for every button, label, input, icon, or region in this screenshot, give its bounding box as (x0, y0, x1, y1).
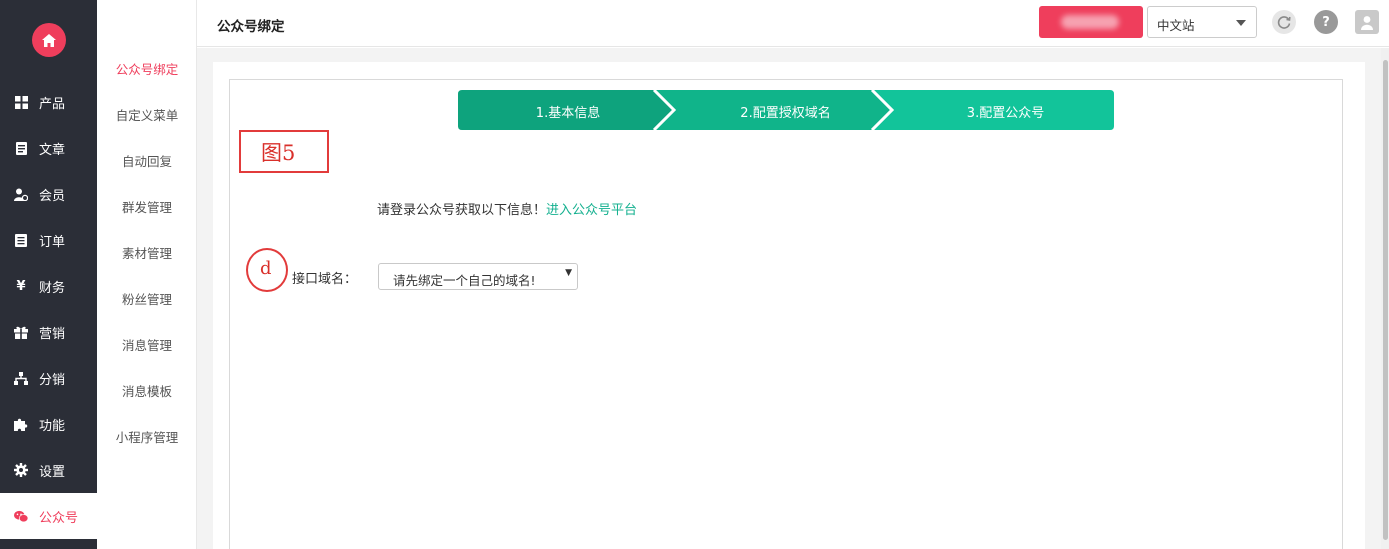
sidebar-item-marketing[interactable]: 营销 (0, 309, 97, 355)
yen-icon: ¥ (16, 278, 26, 294)
sidebar-item-wechat[interactable]: 公众号 (0, 493, 97, 539)
sidebar-item-distribution[interactable]: 分销 (0, 355, 97, 401)
step-progress: 1.基本信息 2.配置授权域名 3.配置公众号 (458, 90, 1114, 130)
sidebar-item-label: 订单 (39, 234, 66, 250)
submenu-item-custom-menu[interactable]: 自定义菜单 (97, 105, 197, 124)
puzzle-icon (14, 417, 28, 431)
user-icon[interactable] (1355, 10, 1379, 34)
sidebar-item-label: 文章 (39, 142, 66, 158)
login-hint: 请登录公众号获取以下信息！进入公众号平台 (377, 199, 637, 218)
sidebar-item-label: 分销 (39, 372, 66, 388)
sidebar-item-articles[interactable]: 文章 (0, 125, 97, 171)
logo-wrap (0, 0, 97, 80)
sidebar-item-finance[interactable]: ¥ 财务 (0, 263, 97, 309)
scrollbar-thumb[interactable] (1383, 60, 1388, 540)
language-select[interactable]: 中文站 (1147, 6, 1257, 38)
domain-select[interactable]: 请先绑定一个自己的域名! ▼ (378, 263, 578, 290)
step-3-label: 3.配置公众号 (966, 106, 1045, 121)
submenu-item-materials[interactable]: 素材管理 (97, 243, 197, 262)
binding-form-box (229, 79, 1343, 549)
member-icon (14, 187, 28, 201)
submenu-item-message-templates[interactable]: 消息模板 (97, 381, 197, 400)
submenu-item-fans[interactable]: 粉丝管理 (97, 289, 197, 308)
sidebar-item-features[interactable]: 功能 (0, 401, 97, 447)
home-icon[interactable] (31, 23, 66, 57)
document-icon (14, 141, 28, 155)
help-icon[interactable]: ? (1314, 10, 1338, 34)
account-button[interactable] (1039, 6, 1143, 38)
figure-annotation-box: 图5 (239, 130, 329, 173)
login-hint-text: 请登录公众号获取以下信息！ (377, 203, 547, 218)
submenu-item-auto-reply[interactable]: 自动回复 (97, 151, 197, 170)
page-title: 公众号绑定 (217, 19, 285, 35)
main-sidebar: 产品 文章 会员 订单 ¥ 财务 营销 分销 功能 设置 公众号 (0, 0, 97, 549)
blurred-account-name (1061, 15, 1119, 29)
sidebar-item-label: 会员 (39, 188, 66, 204)
sub-menu: 公众号绑定 自定义菜单 自动回复 群发管理 素材管理 粉丝管理 消息管理 消息模… (97, 0, 197, 549)
sidebar-item-label: 财务 (39, 280, 66, 296)
submenu-item-broadcast[interactable]: 群发管理 (97, 197, 197, 216)
language-select-value: 中文站 (1157, 18, 1195, 33)
submenu-item-mini-program[interactable]: 小程序管理 (97, 427, 197, 446)
sidebar-item-products[interactable]: 产品 (0, 79, 97, 125)
sidebar-item-label: 设置 (39, 464, 66, 480)
step-1-label: 1.基本信息 (535, 106, 601, 121)
top-header: 公众号绑定 中文站 ? (197, 0, 1389, 47)
domain-select-value: 请先绑定一个自己的域名! (393, 273, 536, 288)
chevron-down-icon (1236, 20, 1246, 26)
sidebar-item-label: 公众号 (39, 510, 79, 526)
step-2-label: 2.配置授权域名 (740, 106, 831, 121)
order-icon (14, 233, 28, 247)
annotation-circle-label: d (260, 258, 272, 279)
sidebar-item-label: 功能 (39, 418, 66, 434)
submenu-item-messages[interactable]: 消息管理 (97, 335, 197, 354)
refresh-icon[interactable] (1272, 10, 1296, 34)
sidebar-item-label: 营销 (39, 326, 66, 342)
sidebar-item-label: 产品 (39, 96, 66, 112)
annotation-circle: d (246, 248, 288, 292)
sitemap-icon (14, 371, 28, 385)
figure-annotation-label: 图5 (261, 141, 296, 165)
submenu-item-account-binding[interactable]: 公众号绑定 (97, 59, 197, 78)
grid-icon (14, 95, 28, 109)
caret-down-icon: ▼ (565, 268, 572, 278)
enter-platform-link[interactable]: 进入公众号平台 (546, 203, 637, 218)
wechat-icon (14, 509, 28, 523)
sidebar-item-members[interactable]: 会员 (0, 171, 97, 217)
sidebar-item-orders[interactable]: 订单 (0, 217, 97, 263)
gear-icon (14, 463, 28, 477)
gift-icon (14, 325, 28, 339)
domain-field-label: 接口域名： (292, 272, 358, 287)
sidebar-item-settings[interactable]: 设置 (0, 447, 97, 493)
